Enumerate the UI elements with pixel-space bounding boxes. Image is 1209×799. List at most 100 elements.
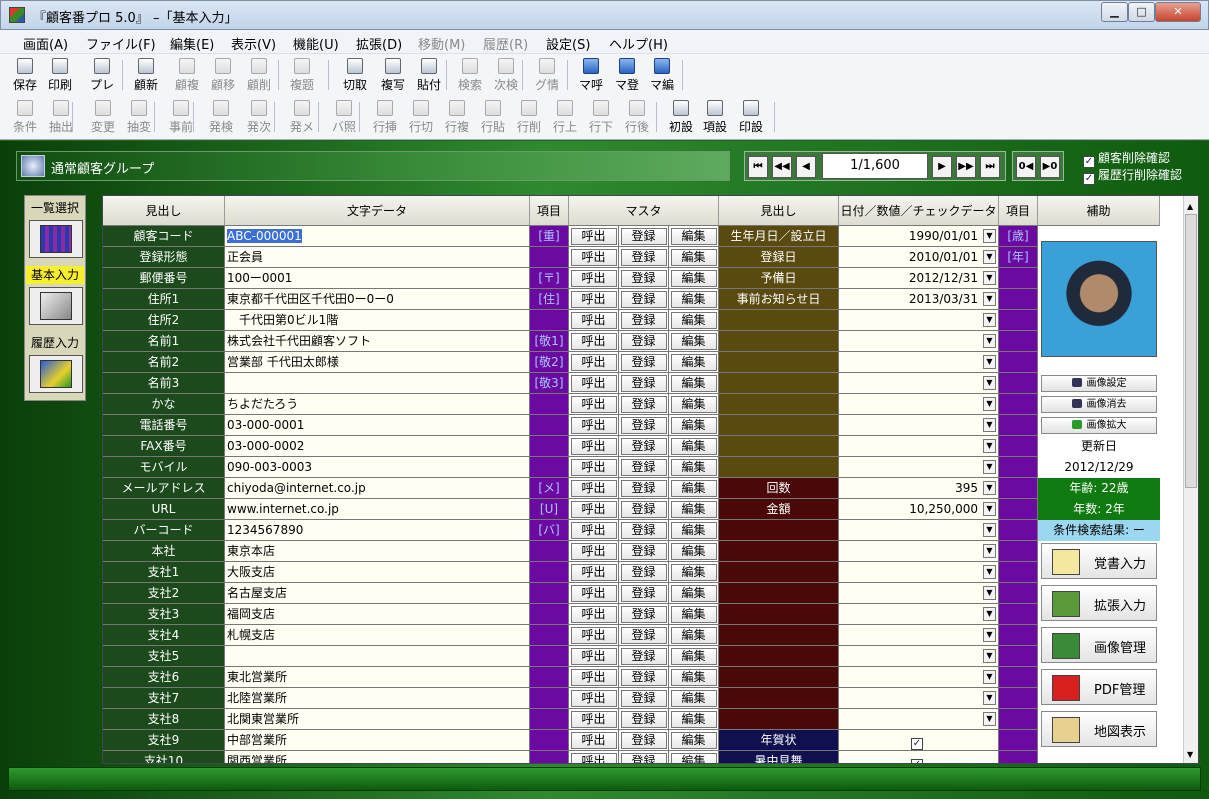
right-field-value[interactable]: ▼ [839, 436, 999, 457]
tb2-button-12[interactable]: 行貼 [476, 98, 510, 136]
right-item-selector[interactable] [999, 583, 1038, 604]
master-call-button[interactable]: 呼出 [570, 291, 617, 308]
group-icon[interactable] [21, 155, 45, 177]
master-call-button[interactable]: 呼出 [570, 375, 617, 392]
field-value-input[interactable]: 名古屋支店 [225, 583, 530, 604]
tb1-button-7[interactable]: 複题 [285, 56, 319, 94]
chevron-down-icon[interactable]: ▼ [983, 565, 996, 579]
right-item-selector[interactable] [999, 499, 1038, 520]
right-item-selector[interactable] [999, 667, 1038, 688]
chevron-down-icon[interactable]: ▼ [983, 502, 996, 516]
master-call-button[interactable]: 呼出 [570, 690, 617, 707]
right-field-value[interactable]: 2013/03/31 ▼ [839, 289, 999, 310]
chevron-down-icon[interactable]: ▼ [983, 418, 996, 432]
master-call-button[interactable]: 呼出 [570, 732, 617, 749]
chevron-down-icon[interactable]: ▼ [983, 313, 996, 327]
chevron-down-icon[interactable]: ▼ [983, 670, 996, 684]
right-item-selector[interactable] [999, 478, 1038, 499]
master-edit-button[interactable]: 編集 [670, 354, 717, 371]
right-item-selector[interactable] [999, 436, 1038, 457]
field-value-input[interactable]: 営業部 千代田太郎様 [225, 352, 530, 373]
tb2-button-5[interactable]: 発検 [204, 98, 238, 136]
master-call-button[interactable]: 呼出 [570, 228, 617, 245]
chevron-down-icon[interactable]: ▼ [983, 691, 996, 705]
master-call-button[interactable]: 呼出 [570, 669, 617, 686]
item-selector[interactable] [530, 583, 569, 604]
master-call-button[interactable]: 呼出 [570, 480, 617, 497]
tb2-button-19[interactable]: 印設 [734, 98, 768, 136]
master-register-button[interactable]: 登録 [620, 501, 667, 518]
right-field-value[interactable]: ▼ [839, 520, 999, 541]
master-edit-button[interactable]: 編集 [670, 690, 717, 707]
field-value-input[interactable]: 東京都千代田区千代田0ー0ー0 [225, 289, 530, 310]
chevron-down-icon[interactable]: ▼ [983, 586, 996, 600]
chevron-down-icon[interactable]: ▼ [983, 460, 996, 474]
right-item-selector[interactable] [999, 625, 1038, 646]
item-selector[interactable]: [メ] [530, 478, 569, 499]
master-edit-button[interactable]: 編集 [670, 627, 717, 644]
item-selector[interactable] [530, 562, 569, 583]
right-field-value[interactable]: ▼ [839, 688, 999, 709]
right-item-selector[interactable] [999, 331, 1038, 352]
master-register-button[interactable]: 登録 [620, 333, 667, 350]
master-call-button[interactable]: 呼出 [570, 564, 617, 581]
field-value-input[interactable] [225, 646, 530, 667]
master-register-button[interactable]: 登録 [620, 606, 667, 623]
chevron-down-icon[interactable]: ▼ [983, 250, 996, 264]
item-selector[interactable] [530, 646, 569, 667]
master-edit-button[interactable]: 編集 [670, 270, 717, 287]
chevron-down-icon[interactable]: ▼ [983, 334, 996, 348]
master-edit-button[interactable]: 編集 [670, 480, 717, 497]
master-register-button[interactable]: 登録 [620, 228, 667, 245]
master-edit-button[interactable]: 編集 [670, 543, 717, 560]
tb2-button-15[interactable]: 行下 [584, 98, 618, 136]
master-register-button[interactable]: 登録 [620, 543, 667, 560]
chevron-down-icon[interactable]: ▼ [983, 229, 996, 243]
right-item-selector[interactable] [999, 688, 1038, 709]
chevron-down-icon[interactable]: ▼ [983, 355, 996, 369]
tb1-button-15[interactable]: マ登 [610, 56, 644, 94]
master-edit-button[interactable]: 編集 [670, 648, 717, 665]
item-selector[interactable] [530, 667, 569, 688]
tb2-button-0[interactable]: 条件 [8, 98, 42, 136]
menu-9[interactable]: ヘルプ(H) [609, 34, 668, 53]
field-value-input[interactable]: chiyoda@internet.co.jp [225, 478, 530, 499]
tb2-button-14[interactable]: 行上 [548, 98, 582, 136]
right-field-value[interactable]: ▼ [839, 583, 999, 604]
right-field-value[interactable]: ✓ [839, 751, 999, 763]
right-field-checkbox[interactable]: ✓ [911, 759, 923, 763]
master-call-button[interactable]: 呼出 [570, 585, 617, 602]
tb1-button-13[interactable]: グ情 [530, 56, 564, 94]
tb2-button-11[interactable]: 行複 [440, 98, 474, 136]
right-item-selector[interactable] [999, 289, 1038, 310]
menu-2[interactable]: 編集(E) [170, 34, 214, 53]
right-field-value[interactable]: ▼ [839, 415, 999, 436]
master-edit-button[interactable]: 編集 [670, 291, 717, 308]
field-value-input[interactable] [225, 373, 530, 394]
master-register-button[interactable]: 登録 [620, 396, 667, 413]
jump-end-button[interactable]: ▶0 [1040, 156, 1060, 178]
right-item-selector[interactable] [999, 604, 1038, 625]
chevron-down-icon[interactable]: ▼ [983, 292, 996, 306]
right-item-selector[interactable] [999, 268, 1038, 289]
tb1-button-5[interactable]: 顧移 [206, 56, 240, 94]
item-selector[interactable] [530, 709, 569, 730]
right-item-selector[interactable] [999, 730, 1038, 751]
item-selector[interactable]: [敬2] [530, 352, 569, 373]
tb1-button-0[interactable]: 保存 [8, 56, 42, 94]
item-selector[interactable] [530, 625, 569, 646]
right-field-value[interactable]: ▼ [839, 352, 999, 373]
tb1-button-12[interactable]: 次検 [489, 56, 523, 94]
image-manage-button[interactable]: 画像管理 [1041, 627, 1157, 663]
right-field-value[interactable]: 395 ▼ [839, 478, 999, 499]
prev-page-button[interactable]: ◀◀ [772, 156, 792, 178]
master-edit-button[interactable]: 編集 [670, 228, 717, 245]
right-item-selector[interactable] [999, 751, 1038, 763]
tb1-button-6[interactable]: 顧削 [242, 56, 276, 94]
master-register-button[interactable]: 登録 [620, 564, 667, 581]
master-edit-button[interactable]: 編集 [670, 732, 717, 749]
menu-0[interactable]: 画面(A) [23, 34, 68, 53]
tb1-button-1[interactable]: 印刷 [43, 56, 77, 94]
history-input-button[interactable] [29, 355, 83, 393]
master-edit-button[interactable]: 編集 [670, 585, 717, 602]
